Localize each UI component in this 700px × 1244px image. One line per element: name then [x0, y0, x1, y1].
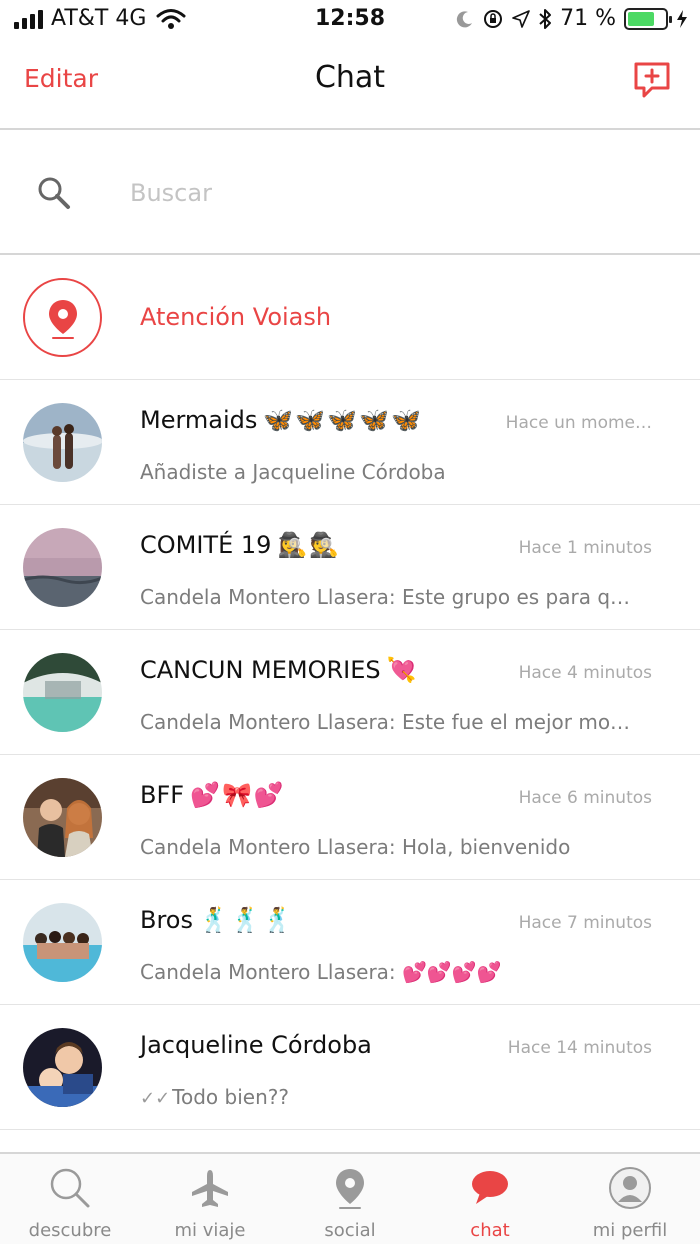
tab-mi-perfil[interactable]: mi perfil: [560, 1154, 700, 1244]
chat-preview: Candela Montero Llasera: Este grupo es p…: [140, 585, 631, 609]
chat-name: Bros 🕺🕺🕺: [140, 906, 295, 934]
chat-preview: ✓✓ Todo bien??: [140, 1085, 660, 1109]
chat-timestamp: Hace 6 minutos: [518, 788, 652, 808]
location-pin-icon: [336, 1169, 364, 1209]
chat-bubble-icon: [472, 1171, 508, 1204]
chat-preview: Candela Montero Llasera: Hola, bienvenid…: [140, 835, 571, 859]
avatar: [23, 403, 102, 482]
chat-title: CANCUN MEMORIES: [140, 656, 381, 684]
tab-social[interactable]: social: [280, 1154, 420, 1244]
tab-mi-viaje[interactable]: mi viaje: [140, 1154, 280, 1244]
chat-emoji: 💕🎀💕: [190, 781, 286, 809]
double-check-icon: ✓✓: [140, 1088, 171, 1109]
search-icon: [50, 1168, 90, 1208]
tab-descubre[interactable]: descubre: [0, 1154, 140, 1244]
chat-row[interactable]: BFF 💕🎀💕 Hace 6 minutos Candela Montero L…: [0, 755, 700, 880]
chat-emoji: 💘: [386, 656, 419, 684]
support-avatar: [23, 278, 102, 357]
tab-bar: descubre mi viaje social chat mi perfil: [0, 1152, 700, 1244]
new-message-icon[interactable]: [632, 60, 672, 100]
location-arrow-icon: [512, 9, 530, 28]
avatar: [23, 903, 102, 982]
profile-icon: [609, 1167, 651, 1209]
airplane-icon: [192, 1170, 228, 1207]
battery-level: [628, 11, 654, 26]
chat-preview: Añadiste a Jacqueline Córdoba: [140, 460, 446, 484]
avatar: [23, 778, 102, 857]
tab-label: mi perfil: [592, 1220, 668, 1241]
tab-label: chat: [470, 1220, 510, 1241]
chat-title: BFF: [140, 781, 185, 809]
bluetooth-icon: [539, 8, 552, 29]
chat-row[interactable]: Jacqueline Córdoba Hace 14 minutos ✓✓ Tod…: [0, 1005, 700, 1130]
chat-timestamp: Hace 4 minutos: [518, 663, 652, 683]
avatar: [23, 653, 102, 732]
rotation-lock-icon: [484, 9, 503, 28]
chat-name: BFF 💕🎀💕: [140, 781, 286, 809]
support-label: Atención Voiash: [140, 303, 332, 331]
tab-label: mi viaje: [174, 1220, 246, 1241]
status-right: 71 %: [456, 6, 688, 31]
chat-name: COMITÉ 19 🕵️‍♀️🕵️: [140, 531, 341, 559]
chat-name: CANCUN MEMORIES 💘: [140, 656, 419, 684]
search-icon: [38, 177, 70, 209]
status-bar: AT&T 4G 12:58 71 %: [0, 0, 700, 40]
tab-label: descubre: [28, 1220, 112, 1241]
chat-name: Mermaids 🦋🦋🦋🦋🦋: [140, 406, 423, 434]
avatar: [23, 528, 102, 607]
support-chat-row[interactable]: Atención Voiash: [0, 255, 700, 380]
chat-timestamp: Hace 7 minutos: [518, 913, 652, 933]
chat-preview-text: Todo bien??: [172, 1085, 289, 1109]
search-bar: [0, 132, 700, 255]
chat-emoji: 🕵️‍♀️🕵️: [277, 531, 342, 559]
charging-icon: [677, 9, 687, 28]
page-title: Chat: [314, 60, 386, 95]
tab-chat[interactable]: chat: [420, 1154, 560, 1244]
chat-title: COMITÉ 19: [140, 531, 272, 559]
battery-percent: 71 %: [560, 6, 616, 31]
search-input[interactable]: [130, 170, 650, 216]
chat-title: Mermaids: [140, 406, 258, 434]
chat-timestamp: Hace un mome…: [505, 413, 652, 433]
chat-preview: Candela Montero Llasera: Este fue el mej…: [140, 710, 631, 734]
chat-preview: Candela Montero Llasera: 💕💕💕💕: [140, 960, 502, 984]
chat-title: Bros: [140, 906, 193, 934]
chat-list: Mermaids 🦋🦋🦋🦋🦋 Hace un mome… Añadiste a …: [0, 380, 700, 1130]
moon-icon: [456, 10, 473, 27]
location-pin-icon: [49, 300, 77, 339]
chat-name: Jacqueline Córdoba: [140, 1031, 372, 1059]
chat-row[interactable]: Bros 🕺🕺🕺 Hace 7 minutos Candela Montero …: [0, 880, 700, 1005]
nav-header: Editar Chat: [0, 40, 700, 130]
battery-icon: [624, 7, 672, 30]
chat-emoji: 🦋🦋🦋🦋🦋: [263, 406, 423, 434]
chat-timestamp: Hace 1 minutos: [518, 538, 652, 558]
chat-title: Jacqueline Córdoba: [140, 1031, 372, 1059]
chat-row[interactable]: CANCUN MEMORIES 💘 Hace 4 minutos Candela…: [0, 630, 700, 755]
chat-row[interactable]: Mermaids 🦋🦋🦋🦋🦋 Hace un mome… Añadiste a …: [0, 380, 700, 505]
chat-timestamp: Hace 14 minutos: [507, 1038, 652, 1058]
tab-label: social: [324, 1220, 376, 1241]
avatar: [23, 1028, 102, 1107]
chat-emoji: 🕺🕺🕺: [199, 906, 295, 934]
chat-row[interactable]: COMITÉ 19 🕵️‍♀️🕵️ Hace 1 minutos Candela…: [0, 505, 700, 630]
